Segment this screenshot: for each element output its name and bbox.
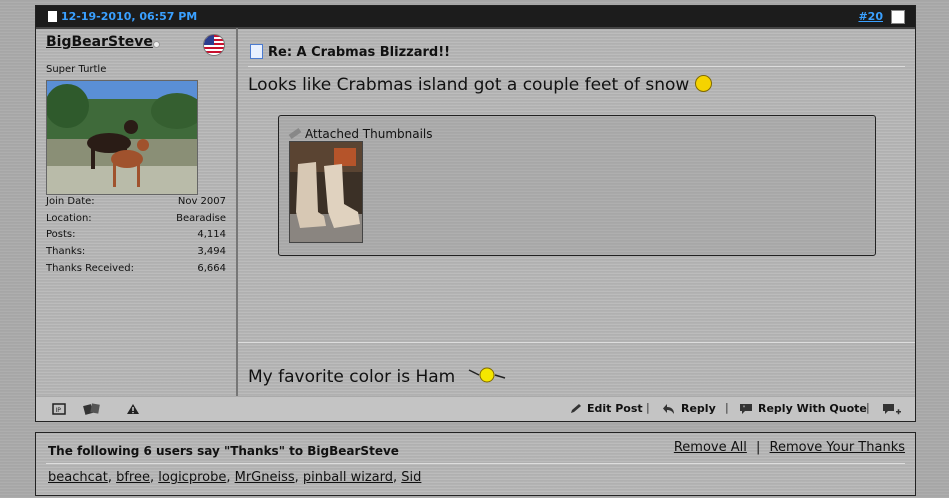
thumbnail-image [290, 142, 362, 242]
separator: | [646, 401, 650, 414]
user-info-panel: BigBearSteve Super Turtle Join Date: Nov… [36, 28, 238, 397]
stat-label: Thanks Received: [46, 262, 134, 274]
thanks-title: The following 6 users say "Thanks" to Bi… [48, 444, 399, 458]
stat-value: 3,494 [197, 246, 226, 258]
user-title: Super Turtle [46, 64, 107, 75]
online-status-icon [153, 41, 160, 48]
report-warning-icon[interactable] [126, 403, 140, 418]
separator: | [866, 401, 870, 414]
post-title: Re: A Crabmas Blizzard!! [268, 45, 451, 60]
stat-row: Join Date: Nov 2007 [46, 194, 226, 211]
signature-text: My favorite color is Ham [248, 367, 456, 387]
attachment-thumbnail[interactable] [289, 141, 363, 243]
stat-value: Nov 2007 [177, 196, 226, 207]
stat-row: Thanks Received: 6,664 [46, 261, 226, 278]
post-message: Looks like Crabmas island got a couple f… [248, 75, 713, 95]
post-footer: IP Edit Post | Reply | " Reply With Quot… [36, 396, 915, 421]
attachments-label: Attached Thumbnails [288, 127, 433, 141]
stat-row: Thanks: 3,494 [46, 244, 226, 261]
divider [248, 66, 905, 67]
reply-button[interactable]: Reply [681, 402, 716, 415]
post-date-text: 12-19-2010, 06:57 PM [61, 10, 198, 23]
thanks-user-link[interactable]: logicprobe [158, 470, 226, 485]
thanks-user-link[interactable]: pinball wizard [303, 470, 393, 485]
post-number-link[interactable]: #20 [858, 10, 883, 23]
ip-icon[interactable]: IP [52, 403, 66, 418]
select-post-checkbox[interactable] [891, 10, 905, 24]
reply-arrow-icon [662, 403, 676, 418]
attachments-label-text: Attached Thumbnails [305, 127, 433, 141]
remove-your-thanks-link[interactable]: Remove Your Thanks [770, 440, 905, 455]
post-content: Re: A Crabmas Blizzard!! Looks like Crab… [238, 28, 915, 397]
quote-bubble-icon: " [739, 403, 753, 418]
smiley-icon [695, 75, 713, 92]
stat-label: Posts: [46, 229, 76, 241]
user-stats: Join Date: Nov 2007 Location: Bearadise Po… [46, 194, 226, 277]
stat-label: Join Date: [46, 196, 95, 207]
attachments-box: Attached Thumbnails [278, 115, 876, 256]
username-link[interactable]: BigBearSteve [46, 34, 153, 50]
thanks-user-list: beachcat, bfree, logicprobe, MrGneiss, p… [48, 470, 422, 485]
post-header: 12-19-2010, 06:57 PM #20 [36, 6, 915, 29]
paperclip-icon [288, 128, 302, 139]
stat-value: 6,664 [197, 262, 226, 274]
post-message-text: Looks like Crabmas island got a couple f… [248, 75, 690, 95]
svg-text:": " [743, 405, 746, 412]
edit-pencil-icon [569, 403, 583, 418]
thanks-actions: Remove All | Remove Your Thanks [674, 440, 905, 455]
stat-value: Bearadise [176, 212, 226, 224]
svg-text:IP: IP [56, 407, 62, 414]
signature-divider [238, 342, 915, 343]
post-date: 12-19-2010, 06:57 PM [48, 10, 197, 23]
stat-row: Location: Bearadise [46, 211, 226, 228]
thanks-user-link[interactable]: beachcat [48, 470, 108, 485]
thanks-user-link[interactable]: bfree [116, 470, 150, 485]
separator: | [756, 440, 761, 455]
post-icon [250, 44, 263, 59]
thanks-box: The following 6 users say "Thanks" to Bi… [35, 432, 916, 496]
us-flag-icon [203, 34, 225, 56]
multi-quote-icon[interactable] [882, 403, 902, 420]
smiley-ham-icon [468, 367, 505, 383]
post-container: 12-19-2010, 06:57 PM #20 BigBearSteve Su… [35, 5, 916, 422]
stat-label: Location: [46, 212, 92, 224]
document-icon [48, 11, 57, 22]
edit-post-button[interactable]: Edit Post [587, 402, 643, 415]
stat-value: 4,114 [197, 229, 226, 241]
thanks-user-link[interactable]: MrGneiss [235, 470, 295, 485]
avatar-image [47, 81, 197, 194]
stat-row: Posts: 4,114 [46, 227, 226, 244]
avatar[interactable] [46, 80, 198, 195]
reply-with-quote-button[interactable]: Reply With Quote [758, 402, 867, 415]
stat-label: Thanks: [46, 246, 86, 258]
reputation-icon[interactable] [83, 403, 101, 418]
separator: | [725, 401, 729, 414]
divider [46, 463, 905, 464]
thanks-user-link[interactable]: Sid [401, 470, 421, 485]
remove-all-thanks-link[interactable]: Remove All [674, 440, 747, 455]
signature: My favorite color is Ham [248, 364, 507, 387]
